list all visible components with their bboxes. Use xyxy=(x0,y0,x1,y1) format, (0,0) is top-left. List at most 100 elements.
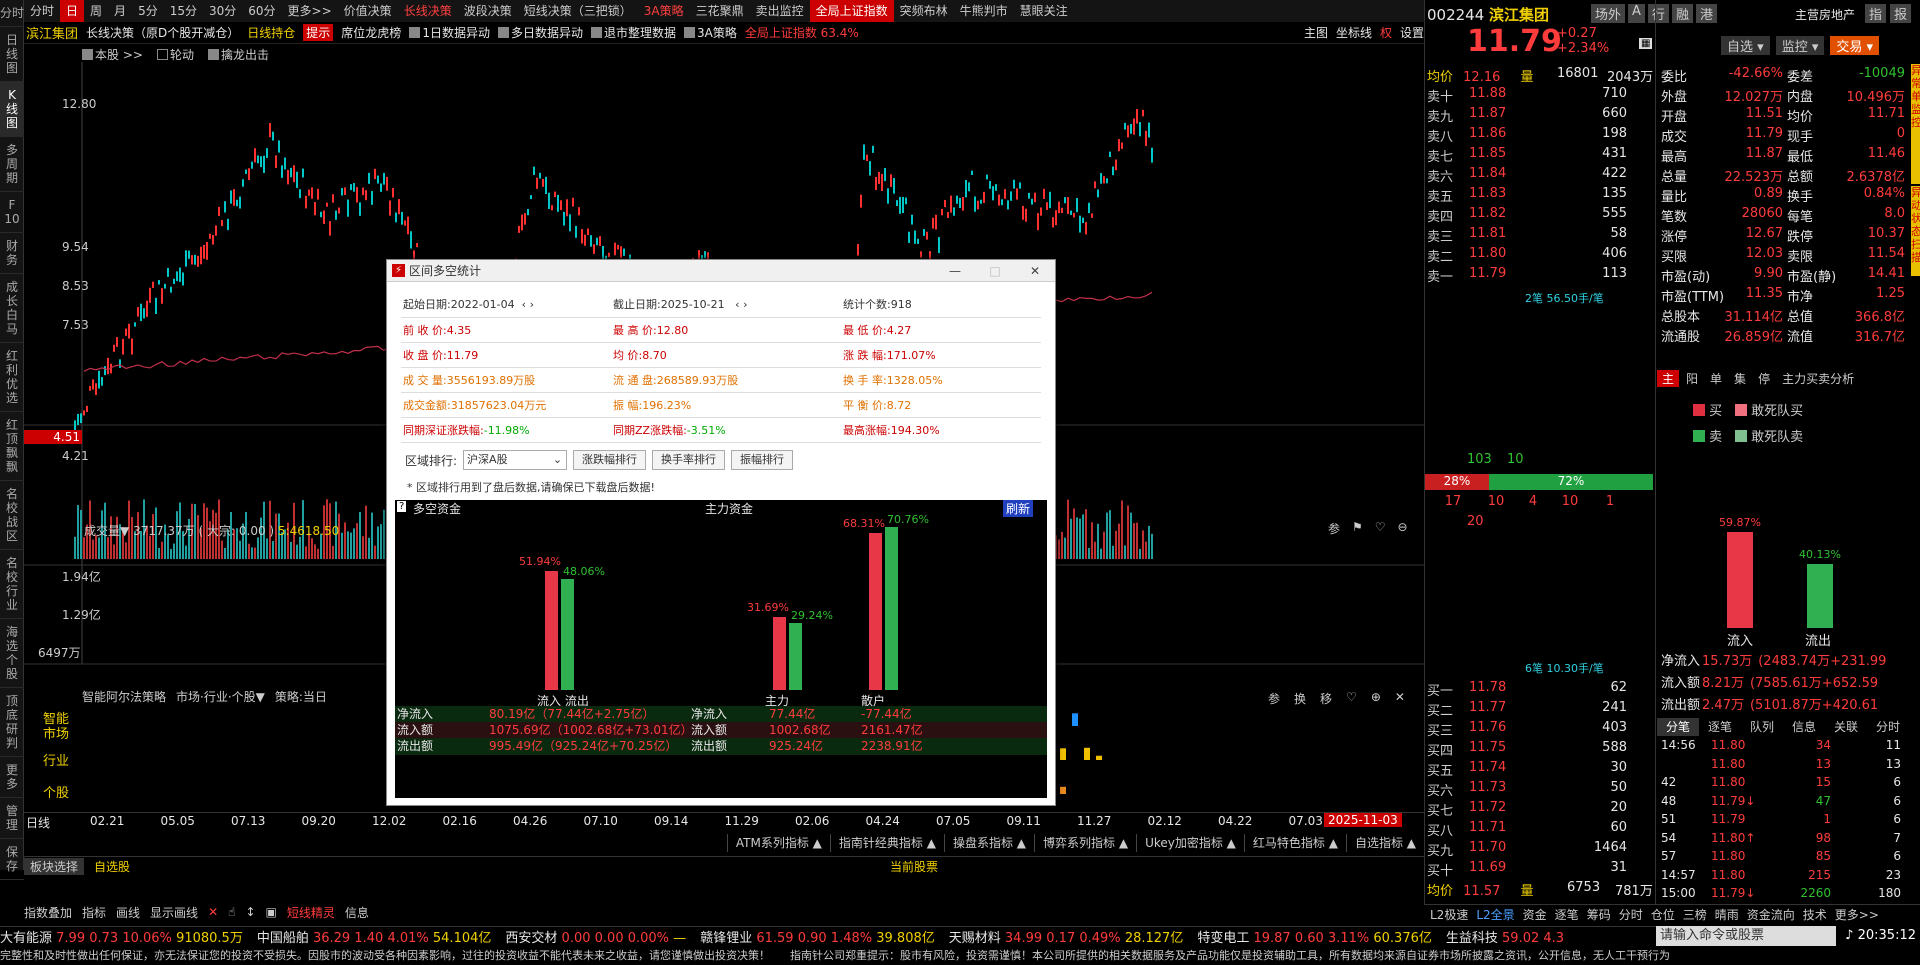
menu-item[interactable]: 60分 xyxy=(242,0,281,22)
bottom-tab[interactable]: 技术 xyxy=(1803,906,1827,923)
left-tab[interactable]: 日 线 图 xyxy=(0,27,24,82)
tab-index[interactable]: 指 xyxy=(1865,4,1887,23)
book-row[interactable]: 买一 11.78 62 xyxy=(1427,680,1655,699)
menu-item[interactable]: 更多>> xyxy=(282,0,338,22)
bottom-tab[interactable]: 分时 xyxy=(1619,906,1643,923)
close-icon[interactable]: ✕ xyxy=(1015,260,1055,282)
book-row[interactable]: 买五 11.74 30 xyxy=(1427,760,1655,779)
rights-button[interactable]: 权 xyxy=(1380,24,1392,41)
book-row[interactable]: 卖三 11.81 58 xyxy=(1427,226,1655,245)
pointer-icon[interactable]: ☝ xyxy=(228,905,235,919)
data-multi-check[interactable]: 多日数据异动 xyxy=(497,24,583,41)
left-tab[interactable]: 成 长 白 马 xyxy=(0,274,24,343)
zoom-icon[interactable]: ⊕ xyxy=(1371,690,1381,707)
prev-icon[interactable]: ‹ xyxy=(522,298,526,311)
book-row[interactable]: 卖八 11.86 198 xyxy=(1427,126,1655,145)
checkbox[interactable] xyxy=(590,27,602,38)
menu-item[interactable]: 突频布林 xyxy=(894,0,954,22)
left-tab[interactable]: 名 校 战 区 xyxy=(0,481,24,550)
menu-item[interactable]: 牛熊判市 xyxy=(954,0,1014,22)
menu-item[interactable]: 价值决策 xyxy=(338,0,398,22)
draw-button[interactable]: 画线 xyxy=(116,904,140,921)
end-date[interactable]: 2025-10-21 xyxy=(661,298,725,311)
abnormal-monitor-tab[interactable]: 异常单监控 xyxy=(1911,64,1920,184)
delete-icon[interactable]: ✕ xyxy=(208,905,218,919)
ticker-item[interactable]: 特变电工 19.87 0.60 3.11% 60.376亿 xyxy=(1197,927,1432,946)
volume-label[interactable]: 成交量▼ xyxy=(84,524,129,538)
next-icon[interactable]: › xyxy=(530,298,534,311)
menu-item[interactable]: 日 xyxy=(60,0,85,22)
tab-report[interactable]: 报 xyxy=(1890,4,1912,23)
flow-tab[interactable]: 主 xyxy=(1657,369,1680,387)
book-row[interactable]: 卖四 11.82 555 xyxy=(1427,206,1655,225)
menu-item[interactable]: 15分 xyxy=(164,0,203,22)
menu-item[interactable]: 长线决策 xyxy=(398,0,458,22)
abnormal-scan-tab[interactable]: 异动状态扫描 xyxy=(1911,186,1920,276)
flow-tab[interactable]: 主力买卖分析 xyxy=(1777,370,1859,387)
dragon-label[interactable]: 席位龙虎榜 xyxy=(341,24,401,41)
book-row[interactable]: 卖二 11.80 406 xyxy=(1427,246,1655,265)
zoom-icon[interactable]: ⊖ xyxy=(1398,520,1408,537)
tick-tab[interactable]: 分时 xyxy=(1867,718,1909,736)
indicator-button[interactable]: 指标 xyxy=(82,904,106,921)
market-select[interactable]: 沪深A股 ⌄ xyxy=(463,450,568,470)
book-row[interactable]: 买三 11.76 403 xyxy=(1427,720,1655,739)
indicator-group[interactable]: ATM系列指标 ▲ xyxy=(726,834,830,852)
left-tab[interactable]: K 线 图 xyxy=(0,82,24,137)
tab-margin[interactable]: 融 xyxy=(1671,4,1693,23)
left-tab[interactable]: 保 存 xyxy=(0,839,24,880)
book-row[interactable]: 卖五 11.83 135 xyxy=(1427,186,1655,205)
coord-button[interactable]: 坐标线 xyxy=(1336,24,1372,41)
book-row[interactable]: 买十 11.69 31 xyxy=(1427,860,1655,879)
tick-tab[interactable]: 逐笔 xyxy=(1699,718,1741,736)
dialog-titlebar[interactable]: ⚡ 区间多空统计 — □ ✕ xyxy=(387,260,1055,282)
stock-name[interactable]: 滨江集团 xyxy=(24,23,78,42)
left-tab[interactable]: 红 顶 飘 飘 xyxy=(0,412,24,481)
prev-icon[interactable]: ‹ xyxy=(735,298,739,311)
command-input[interactable]: 请输入命令或股票 xyxy=(1656,926,1836,946)
bottom-tab[interactable]: 资金 xyxy=(1523,906,1547,923)
tab-a[interactable]: A xyxy=(1628,4,1645,23)
book-row[interactable]: 卖一 11.79 113 xyxy=(1427,266,1655,285)
bottom-tab[interactable]: L2极速 xyxy=(1430,906,1468,923)
start-date[interactable]: 2022-01-04 xyxy=(451,298,515,311)
left-tab[interactable]: 名 校 行 业 xyxy=(0,550,24,619)
ticker-item[interactable]: 天赐材料 34.99 0.17 0.49% 28.127亿 xyxy=(949,927,1184,946)
bottom-tab[interactable]: 三榜 xyxy=(1683,906,1707,923)
move-icon[interactable]: 移 xyxy=(1320,690,1332,707)
indicator-group[interactable]: 博弈系列指标 ▲ xyxy=(1034,834,1136,852)
change-rank-button[interactable]: 涨跌幅排行 xyxy=(573,450,647,470)
heart-icon[interactable]: ♡ xyxy=(1346,690,1357,707)
book-row[interactable]: 买九 11.70 1464 xyxy=(1427,840,1655,859)
ticker-item[interactable]: 中国船舶 36.29 1.40 4.01% 54.104亿 xyxy=(257,927,492,946)
maximize-icon[interactable]: □ xyxy=(975,260,1015,282)
ticker-item[interactable]: 西安交材 0.00 0.00 0.00% — xyxy=(505,927,686,946)
indicator-group[interactable]: 自选指标 ▲ xyxy=(1345,834,1424,852)
favorites-tab[interactable]: 自选股 xyxy=(94,858,130,875)
book-row[interactable]: 买二 11.77 241 xyxy=(1427,700,1655,719)
bottom-tab[interactable]: L2全景 xyxy=(1476,906,1514,923)
book-row[interactable]: 买七 11.72 20 xyxy=(1427,800,1655,819)
ticker-item[interactable]: 赣锋锂业 61.59 0.90 1.48% 39.808亿 xyxy=(700,927,935,946)
tick-tab[interactable]: 信息 xyxy=(1783,718,1825,736)
bottom-tab[interactable]: 筹码 xyxy=(1587,906,1611,923)
book-row[interactable]: 卖六 11.84 422 xyxy=(1427,166,1655,185)
ticker-item[interactable]: 大有能源 7.99 0.73 10.06% 91080.5万 xyxy=(0,927,243,946)
lock-icon[interactable]: ▣ xyxy=(266,905,277,919)
flow-tab[interactable]: 阳 xyxy=(1681,370,1703,387)
tip-badge[interactable]: 提示 xyxy=(303,24,334,41)
heart-icon[interactable]: ♡ xyxy=(1375,520,1386,537)
menu-item[interactable]: 周 xyxy=(84,0,108,22)
data1-check[interactable]: 1日数据异动 xyxy=(409,24,490,41)
bottom-tab[interactable]: 晴雨 xyxy=(1715,906,1739,923)
menu-item[interactable]: 全局上证指数 xyxy=(809,0,894,22)
indicator-group[interactable]: 操盘系指标 ▲ xyxy=(943,834,1034,852)
swap-icon[interactable]: 换 xyxy=(1294,690,1306,707)
book-row[interactable]: 买四 11.75 588 xyxy=(1427,740,1655,759)
menu-item[interactable]: 30分 xyxy=(203,0,242,22)
tab-hk[interactable]: 港 xyxy=(1695,4,1717,23)
calendar-icon[interactable]: ▦ xyxy=(1639,38,1653,49)
tick-tab[interactable]: 队列 xyxy=(1741,718,1783,736)
checkbox[interactable] xyxy=(409,27,421,38)
menu-item[interactable]: 卖出监控 xyxy=(750,0,810,22)
